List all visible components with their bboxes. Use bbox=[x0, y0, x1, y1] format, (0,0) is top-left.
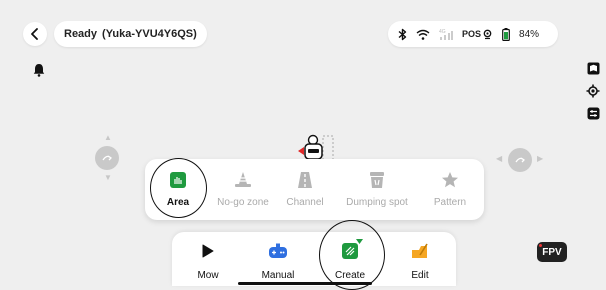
gamepad-icon bbox=[269, 243, 287, 258]
pattern-icon bbox=[442, 172, 458, 188]
joystick-arrow-icon bbox=[515, 157, 525, 163]
mow-play-icon bbox=[202, 244, 214, 258]
mow-button[interactable]: Mow bbox=[196, 240, 220, 281]
mow-label: Mow bbox=[197, 270, 219, 281]
battery-percent: 84% bbox=[519, 28, 540, 40]
submenu-item-channel[interactable]: Channel bbox=[275, 169, 335, 208]
joystick-right-left-arrow: ◀ bbox=[496, 154, 503, 163]
back-button[interactable] bbox=[23, 22, 47, 46]
locate-icon[interactable] bbox=[586, 84, 600, 98]
edit-label: Edit bbox=[411, 270, 429, 281]
notifications-button[interactable] bbox=[33, 63, 45, 82]
annotation-circle-area bbox=[150, 158, 207, 218]
pos-label: POS bbox=[462, 29, 482, 39]
joystick-left[interactable] bbox=[95, 146, 119, 170]
status-pill[interactable]: Ready (Yuka-YVU4Y6QS) bbox=[54, 21, 207, 47]
submenu-item-no-go-zone[interactable]: No-go zone bbox=[211, 169, 275, 208]
edit-button[interactable]: Edit bbox=[408, 240, 432, 281]
recording-dot bbox=[539, 244, 542, 247]
bell-icon bbox=[33, 64, 45, 77]
submenu-label: Dumping spot bbox=[346, 197, 408, 208]
no-go-zone-icon bbox=[235, 172, 251, 187]
map-toolbar bbox=[583, 62, 603, 120]
map-icon[interactable] bbox=[587, 62, 600, 75]
joystick-left-down-arrow: ▼ bbox=[104, 173, 112, 182]
fpv-label: FPV bbox=[542, 246, 562, 258]
channel-icon bbox=[298, 172, 312, 188]
dumping-spot-icon bbox=[370, 172, 384, 188]
battery-icon bbox=[502, 27, 510, 41]
submenu-item-pattern[interactable]: Pattern bbox=[419, 169, 481, 208]
edit-icon bbox=[412, 243, 428, 258]
submenu-item-dumping-spot[interactable]: Dumping spot bbox=[335, 169, 419, 208]
wifi-icon bbox=[416, 29, 430, 40]
submenu-label: Channel bbox=[286, 197, 324, 208]
bottom-action-bar: Mow Manual Create Edit bbox=[172, 232, 456, 286]
bluetooth-icon bbox=[398, 28, 407, 40]
joystick-arrow-icon bbox=[102, 155, 112, 161]
settings-icon[interactable] bbox=[587, 107, 600, 120]
joystick-right-right-arrow: ▶ bbox=[537, 154, 544, 163]
chevron-left-icon bbox=[31, 28, 38, 40]
connectivity-status: 4G POS 84% bbox=[388, 21, 558, 47]
manual-label: Manual bbox=[261, 270, 295, 281]
svg-text:4G: 4G bbox=[439, 29, 446, 35]
submenu-label: No-go zone bbox=[217, 197, 269, 208]
joystick-left-up-arrow: ▲ bbox=[104, 133, 112, 142]
device-name: (Yuka-YVU4Y6QS) bbox=[102, 28, 197, 40]
cellular-4g-icon: 4G bbox=[439, 29, 453, 40]
status-text: Ready bbox=[64, 28, 98, 40]
submenu-label: Pattern bbox=[433, 197, 467, 208]
annotation-circle-create bbox=[319, 220, 385, 290]
manual-button[interactable]: Manual bbox=[258, 240, 298, 281]
gps-icon bbox=[483, 29, 492, 39]
fpv-button[interactable]: FPV bbox=[537, 242, 567, 262]
joystick-right[interactable] bbox=[508, 148, 532, 172]
